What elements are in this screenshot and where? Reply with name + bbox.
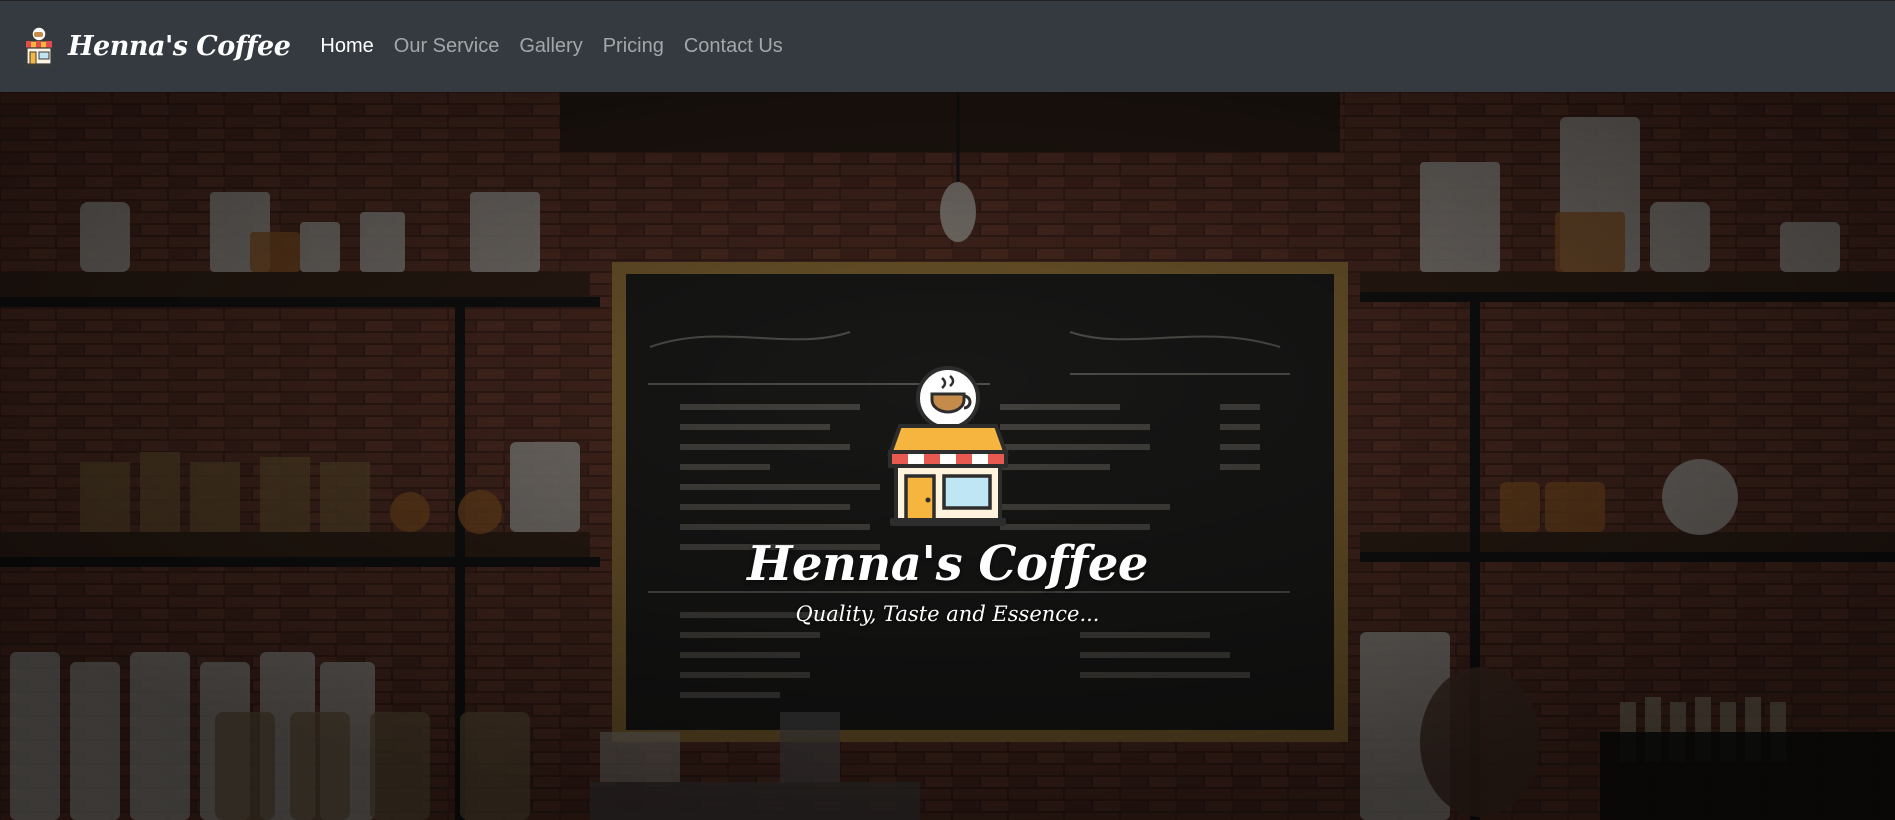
brand-name: Henna's Coffee xyxy=(68,31,291,62)
main-nav: Home Our Service Gallery Pricing Contact… xyxy=(320,35,802,58)
hero-content: Henna's Coffee Quality, Taste and Essenc… xyxy=(0,364,1895,626)
coffee-shop-icon xyxy=(25,25,53,67)
nav-contact-us[interactable]: Contact Us xyxy=(684,35,783,58)
top-navbar: Henna's Coffee Home Our Service Gallery … xyxy=(0,0,1895,92)
hero-title: Henna's Coffee xyxy=(747,536,1148,592)
nav-home[interactable]: Home xyxy=(320,35,373,58)
nav-our-service[interactable]: Our Service xyxy=(394,35,500,58)
brand-link[interactable]: Henna's Coffee xyxy=(22,25,291,68)
nav-gallery[interactable]: Gallery xyxy=(519,35,582,58)
coffee-shop-icon xyxy=(886,366,1009,526)
nav-pricing[interactable]: Pricing xyxy=(603,35,664,58)
hero-tagline: Quality, Taste and Essence... xyxy=(795,602,1100,626)
hero-section: Henna's Coffee Quality, Taste and Essenc… xyxy=(0,92,1895,820)
